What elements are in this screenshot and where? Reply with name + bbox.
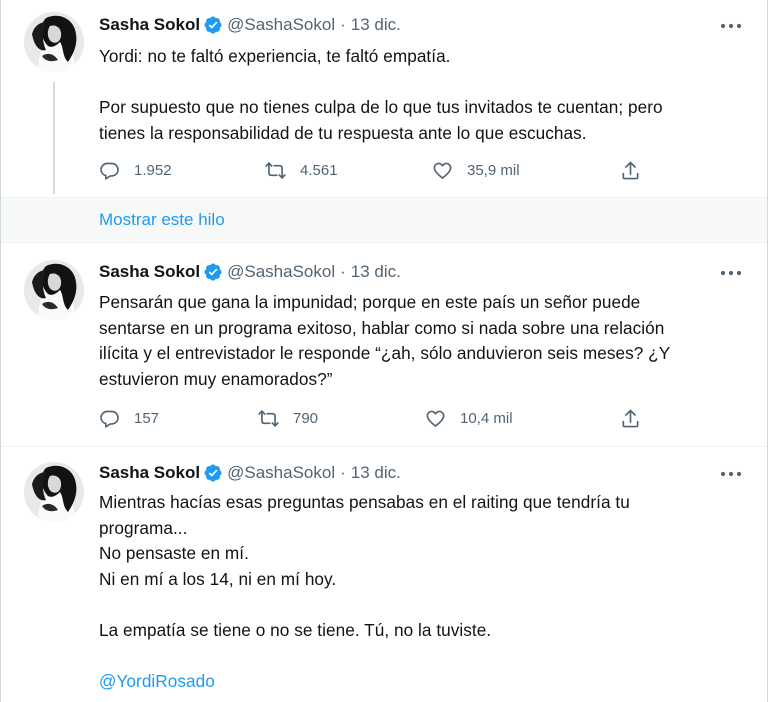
like-button[interactable]: 10,4 mil	[425, 408, 513, 429]
author-handle[interactable]: @SashaSokol	[227, 15, 335, 35]
separator-dot: ·	[340, 463, 346, 482]
tweet-actions: 157 790 10,4 mil	[99, 407, 645, 429]
tweet-line: programa...	[99, 517, 188, 538]
more-horizontal-icon	[720, 270, 742, 276]
avatar[interactable]	[24, 260, 84, 320]
tweet-date[interactable]: 13 dic.	[351, 262, 401, 282]
more-options-button[interactable]	[719, 264, 743, 282]
tweet-header: Sasha Sokol @SashaSokol · 13 dic.	[99, 260, 743, 284]
tweet[interactable]: Sasha Sokol @SashaSokol · 13 dic. Yordi:…	[1, 0, 767, 197]
mention-link[interactable]: @YordiRosado	[99, 669, 743, 695]
avatar[interactable]	[24, 12, 84, 72]
reply-count: 157	[134, 409, 160, 427]
tweet-line: Por supuesto que no tienes culpa de lo q…	[99, 97, 663, 117]
tweet-line: sentarse en un programa exitoso, hablar …	[99, 317, 665, 338]
author-handle[interactable]: @SashaSokol	[227, 463, 335, 483]
tweet-actions: 1.952 4.561 35,9 mil	[99, 159, 645, 181]
tweet-text: Yordi: no te faltó experiencia, te faltó…	[99, 44, 743, 146]
tweet-line	[99, 643, 743, 669]
tweet-text: Mientras hacías esas preguntas pensabas …	[99, 490, 743, 694]
tweet-text: Pensarán que gana la impunidad; porque e…	[99, 290, 743, 392]
share-upload-icon	[620, 408, 641, 429]
retweet-button[interactable]: 790	[258, 408, 318, 429]
author-name[interactable]: Sasha Sokol	[99, 463, 200, 483]
more-horizontal-icon	[720, 23, 742, 29]
tweet-line: tienes la responsabilidad de tu respuest…	[99, 122, 587, 143]
more-options-button[interactable]	[719, 17, 743, 35]
tweet-line: Ni en mí a los 14, ni en mí hoy.	[99, 568, 337, 589]
more-options-button[interactable]	[719, 465, 743, 483]
reply-bubble-icon	[99, 160, 120, 181]
tweet-line: Pensarán que gana la impunidad; porque e…	[99, 292, 641, 312]
reply-button[interactable]: 157	[99, 408, 159, 429]
share-button[interactable]	[620, 160, 641, 181]
tweet[interactable]: Sasha Sokol @SashaSokol · 13 dic. Pensar…	[1, 244, 767, 446]
retweet-arrows-icon	[265, 160, 286, 181]
tweet[interactable]: Sasha Sokol @SashaSokol · 13 dic. Mientr…	[1, 447, 767, 702]
retweet-arrows-icon	[258, 408, 279, 429]
retweet-button[interactable]: 4.561	[265, 160, 338, 181]
separator-dot: ·	[340, 15, 346, 34]
tweet-line	[99, 70, 743, 96]
retweet-count: 790	[293, 409, 319, 427]
tweet-header: Sasha Sokol @SashaSokol · 13 dic.	[99, 13, 743, 37]
tweet-line: No pensaste en mí.	[99, 543, 249, 563]
tweet-header: Sasha Sokol @SashaSokol · 13 dic.	[99, 461, 743, 485]
reply-bubble-icon	[99, 408, 120, 429]
verified-badge-icon	[203, 262, 223, 282]
share-upload-icon	[620, 160, 641, 181]
tweet-line: ilícita y el entrevistador le responde “…	[99, 343, 671, 363]
like-button[interactable]: 35,9 mil	[432, 160, 520, 181]
like-count: 10,4 mil	[460, 409, 513, 427]
tweet-date[interactable]: 13 dic.	[351, 463, 401, 483]
show-thread-link[interactable]: Mostrar este hilo	[1, 197, 767, 243]
heart-icon	[432, 160, 453, 181]
verified-badge-icon	[203, 15, 223, 35]
reply-button[interactable]: 1.952	[99, 160, 172, 181]
reply-count: 1.952	[134, 161, 172, 179]
tweet-line: Yordi: no te faltó experiencia, te faltó…	[99, 46, 451, 66]
tweet-line: estuvieron muy enamorados?”	[99, 368, 333, 389]
tweet-date[interactable]: 13 dic.	[351, 15, 401, 35]
like-count: 35,9 mil	[467, 161, 520, 179]
retweet-count: 4.561	[300, 161, 338, 179]
avatar[interactable]	[24, 462, 84, 522]
tweet-thread: Sasha Sokol @SashaSokol · 13 dic. Yordi:…	[0, 0, 768, 702]
heart-icon	[425, 408, 446, 429]
show-thread-label: Mostrar este hilo	[99, 210, 225, 229]
author-name[interactable]: Sasha Sokol	[99, 15, 200, 35]
verified-badge-icon	[203, 463, 223, 483]
separator-dot: ·	[340, 262, 346, 281]
tweet-line: La empatía se tiene o no se tiene. Tú, n…	[99, 619, 492, 640]
tweet-line	[99, 592, 743, 618]
share-button[interactable]	[620, 408, 641, 429]
author-handle[interactable]: @SashaSokol	[227, 262, 335, 282]
tweet-line: Mientras hacías esas preguntas pensabas …	[99, 492, 630, 512]
author-name[interactable]: Sasha Sokol	[99, 262, 200, 282]
more-horizontal-icon	[720, 471, 742, 477]
